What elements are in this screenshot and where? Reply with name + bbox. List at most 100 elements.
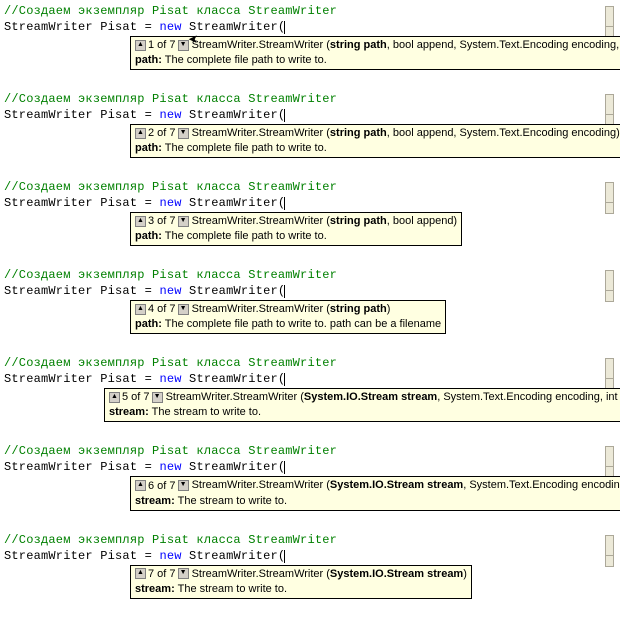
- overload-block: //Создаем экземпляр Pisat класса StreamW…: [4, 180, 616, 246]
- code-text: StreamWriter Pisat =: [4, 549, 159, 563]
- overload-block: //Создаем экземпляр Pisat класса StreamW…: [4, 533, 616, 599]
- param-description: The complete file path to write to.: [162, 230, 327, 242]
- overload-block: //Создаем экземпляр Pisat класса StreamW…: [4, 356, 616, 422]
- overload-down-icon[interactable]: ▼: [178, 480, 189, 491]
- keyword-new: new: [159, 460, 181, 474]
- param-name: path:: [135, 54, 162, 66]
- code-comment: //Создаем экземпляр Pisat класса StreamW…: [4, 444, 616, 458]
- code-comment: //Создаем экземпляр Pisat класса StreamW…: [4, 4, 616, 18]
- overload-counter: 4 of 7: [148, 303, 176, 315]
- overload-up-icon[interactable]: ▲: [135, 568, 146, 579]
- overload-block: //Создаем экземпляр Pisat класса StreamW…: [4, 444, 616, 510]
- signature-text: , System.Text.Encoding encoding): [463, 479, 620, 491]
- code-comment: //Создаем экземпляр Pisat класса StreamW…: [4, 92, 616, 106]
- param-description: The complete file path to write to.: [162, 142, 327, 154]
- parameter-info-tooltip: ▲6 of 7▼ StreamWriter.StreamWriter (Syst…: [130, 476, 620, 510]
- param-name: stream:: [109, 406, 149, 418]
- parameter-info-tooltip: ▲7 of 7▼ StreamWriter.StreamWriter (Syst…: [130, 565, 472, 599]
- signature-text: StreamWriter.StreamWriter (: [189, 215, 330, 227]
- keyword-new: new: [159, 284, 181, 298]
- param-name: stream:: [135, 495, 175, 507]
- code-text: StreamWriter Pisat =: [4, 196, 159, 210]
- keyword-new: new: [159, 196, 181, 210]
- overload-counter: 6 of 7: [148, 480, 176, 492]
- code-text: StreamWriter Pisat =: [4, 108, 159, 122]
- signature-text: StreamWriter.StreamWriter (: [189, 568, 330, 580]
- parameter-info-tooltip: ▲5 of 7▼ StreamWriter.StreamWriter (Syst…: [104, 388, 620, 422]
- param-description: The complete file path to write to.: [162, 54, 327, 66]
- signature-text: StreamWriter.StreamWriter (: [189, 127, 330, 139]
- param-description: The stream to write to.: [149, 406, 261, 418]
- code-comment: //Создаем экземпляр Pisat класса StreamW…: [4, 180, 616, 194]
- keyword-new: new: [159, 549, 181, 563]
- param-name: path:: [135, 142, 162, 154]
- code-comment: //Создаем экземпляр Pisat класса StreamW…: [4, 356, 616, 370]
- overload-down-icon[interactable]: ▼: [178, 40, 189, 51]
- code-line[interactable]: StreamWriter Pisat = new StreamWriter(: [4, 549, 616, 563]
- param-description: The complete file path to write to. path…: [162, 318, 441, 330]
- overload-down-icon[interactable]: ▼: [152, 392, 163, 403]
- overload-counter: 5 of 7: [122, 391, 150, 403]
- keyword-new: new: [159, 20, 181, 34]
- overload-down-icon[interactable]: ▼: [178, 568, 189, 579]
- signature-current-param: string path: [330, 39, 387, 51]
- param-description: The stream to write to.: [175, 495, 287, 507]
- signature-current-param: string path: [330, 215, 387, 227]
- signature-current-param: string path: [330, 303, 387, 315]
- signature-text: StreamWriter.StreamWriter (: [163, 391, 304, 403]
- signature-text: ): [463, 568, 467, 580]
- code-line[interactable]: StreamWriter Pisat = new StreamWriter(: [4, 20, 616, 34]
- overload-up-icon[interactable]: ▲: [109, 392, 120, 403]
- signature-text: , bool append, System.Text.Encoding enco…: [387, 39, 620, 51]
- overload-down-icon[interactable]: ▼: [178, 128, 189, 139]
- signature-text: ): [387, 303, 391, 315]
- code-text: StreamWriter(: [182, 460, 286, 474]
- overload-up-icon[interactable]: ▲: [135, 480, 146, 491]
- signature-text: , System.Text.Encoding encoding, int buf…: [437, 391, 620, 403]
- text-caret: [284, 373, 285, 386]
- code-text: StreamWriter Pisat =: [4, 20, 159, 34]
- overload-counter: 2 of 7: [148, 127, 176, 139]
- signature-current-param: System.IO.Stream stream: [330, 568, 463, 580]
- param-name: stream:: [135, 583, 175, 595]
- code-comment: //Создаем экземпляр Pisat класса StreamW…: [4, 268, 616, 282]
- code-text: StreamWriter(: [182, 108, 286, 122]
- code-text: StreamWriter(: [182, 20, 286, 34]
- overload-up-icon[interactable]: ▲: [135, 40, 146, 51]
- parameter-info-tooltip: ▲2 of 7▼ StreamWriter.StreamWriter (stri…: [130, 124, 620, 158]
- overload-up-icon[interactable]: ▲: [135, 304, 146, 315]
- text-caret: [284, 109, 285, 122]
- signature-text: StreamWriter.StreamWriter (: [189, 39, 330, 51]
- parameter-info-tooltip: ▲1 of 7▼ StreamWriter.StreamWriter (stri…: [130, 36, 620, 70]
- parameter-info-tooltip: ▲4 of 7▼ StreamWriter.StreamWriter (stri…: [130, 300, 446, 334]
- overload-counter: 7 of 7: [148, 568, 176, 580]
- text-caret: [284, 21, 285, 34]
- overload-up-icon[interactable]: ▲: [135, 216, 146, 227]
- text-caret: [284, 285, 285, 298]
- code-line[interactable]: StreamWriter Pisat = new StreamWriter(: [4, 108, 616, 122]
- code-line[interactable]: StreamWriter Pisat = new StreamWriter(: [4, 196, 616, 210]
- parameter-info-tooltip: ▲3 of 7▼ StreamWriter.StreamWriter (stri…: [130, 212, 462, 246]
- code-text: StreamWriter(: [182, 196, 286, 210]
- param-name: path:: [135, 230, 162, 242]
- keyword-new: new: [159, 372, 181, 386]
- text-caret: [284, 550, 285, 563]
- text-caret: [284, 197, 285, 210]
- code-text: StreamWriter Pisat =: [4, 284, 159, 298]
- overload-block: //Создаем экземпляр Pisat класса StreamW…: [4, 268, 616, 334]
- overload-up-icon[interactable]: ▲: [135, 128, 146, 139]
- keyword-new: new: [159, 108, 181, 122]
- code-line[interactable]: StreamWriter Pisat = new StreamWriter(: [4, 372, 616, 386]
- overload-down-icon[interactable]: ▼: [178, 304, 189, 315]
- signature-text: StreamWriter.StreamWriter (: [189, 303, 330, 315]
- signature-current-param: System.IO.Stream stream: [330, 479, 463, 491]
- code-line[interactable]: StreamWriter Pisat = new StreamWriter(: [4, 460, 616, 474]
- signature-current-param: System.IO.Stream stream: [304, 391, 437, 403]
- code-text: StreamWriter(: [182, 549, 286, 563]
- signature-text: , bool append): [387, 215, 457, 227]
- code-text: StreamWriter Pisat =: [4, 372, 159, 386]
- overload-down-icon[interactable]: ▼: [178, 216, 189, 227]
- overload-counter: 3 of 7: [148, 215, 176, 227]
- code-line[interactable]: StreamWriter Pisat = new StreamWriter(: [4, 284, 616, 298]
- signature-text: , bool append, System.Text.Encoding enco…: [387, 127, 620, 139]
